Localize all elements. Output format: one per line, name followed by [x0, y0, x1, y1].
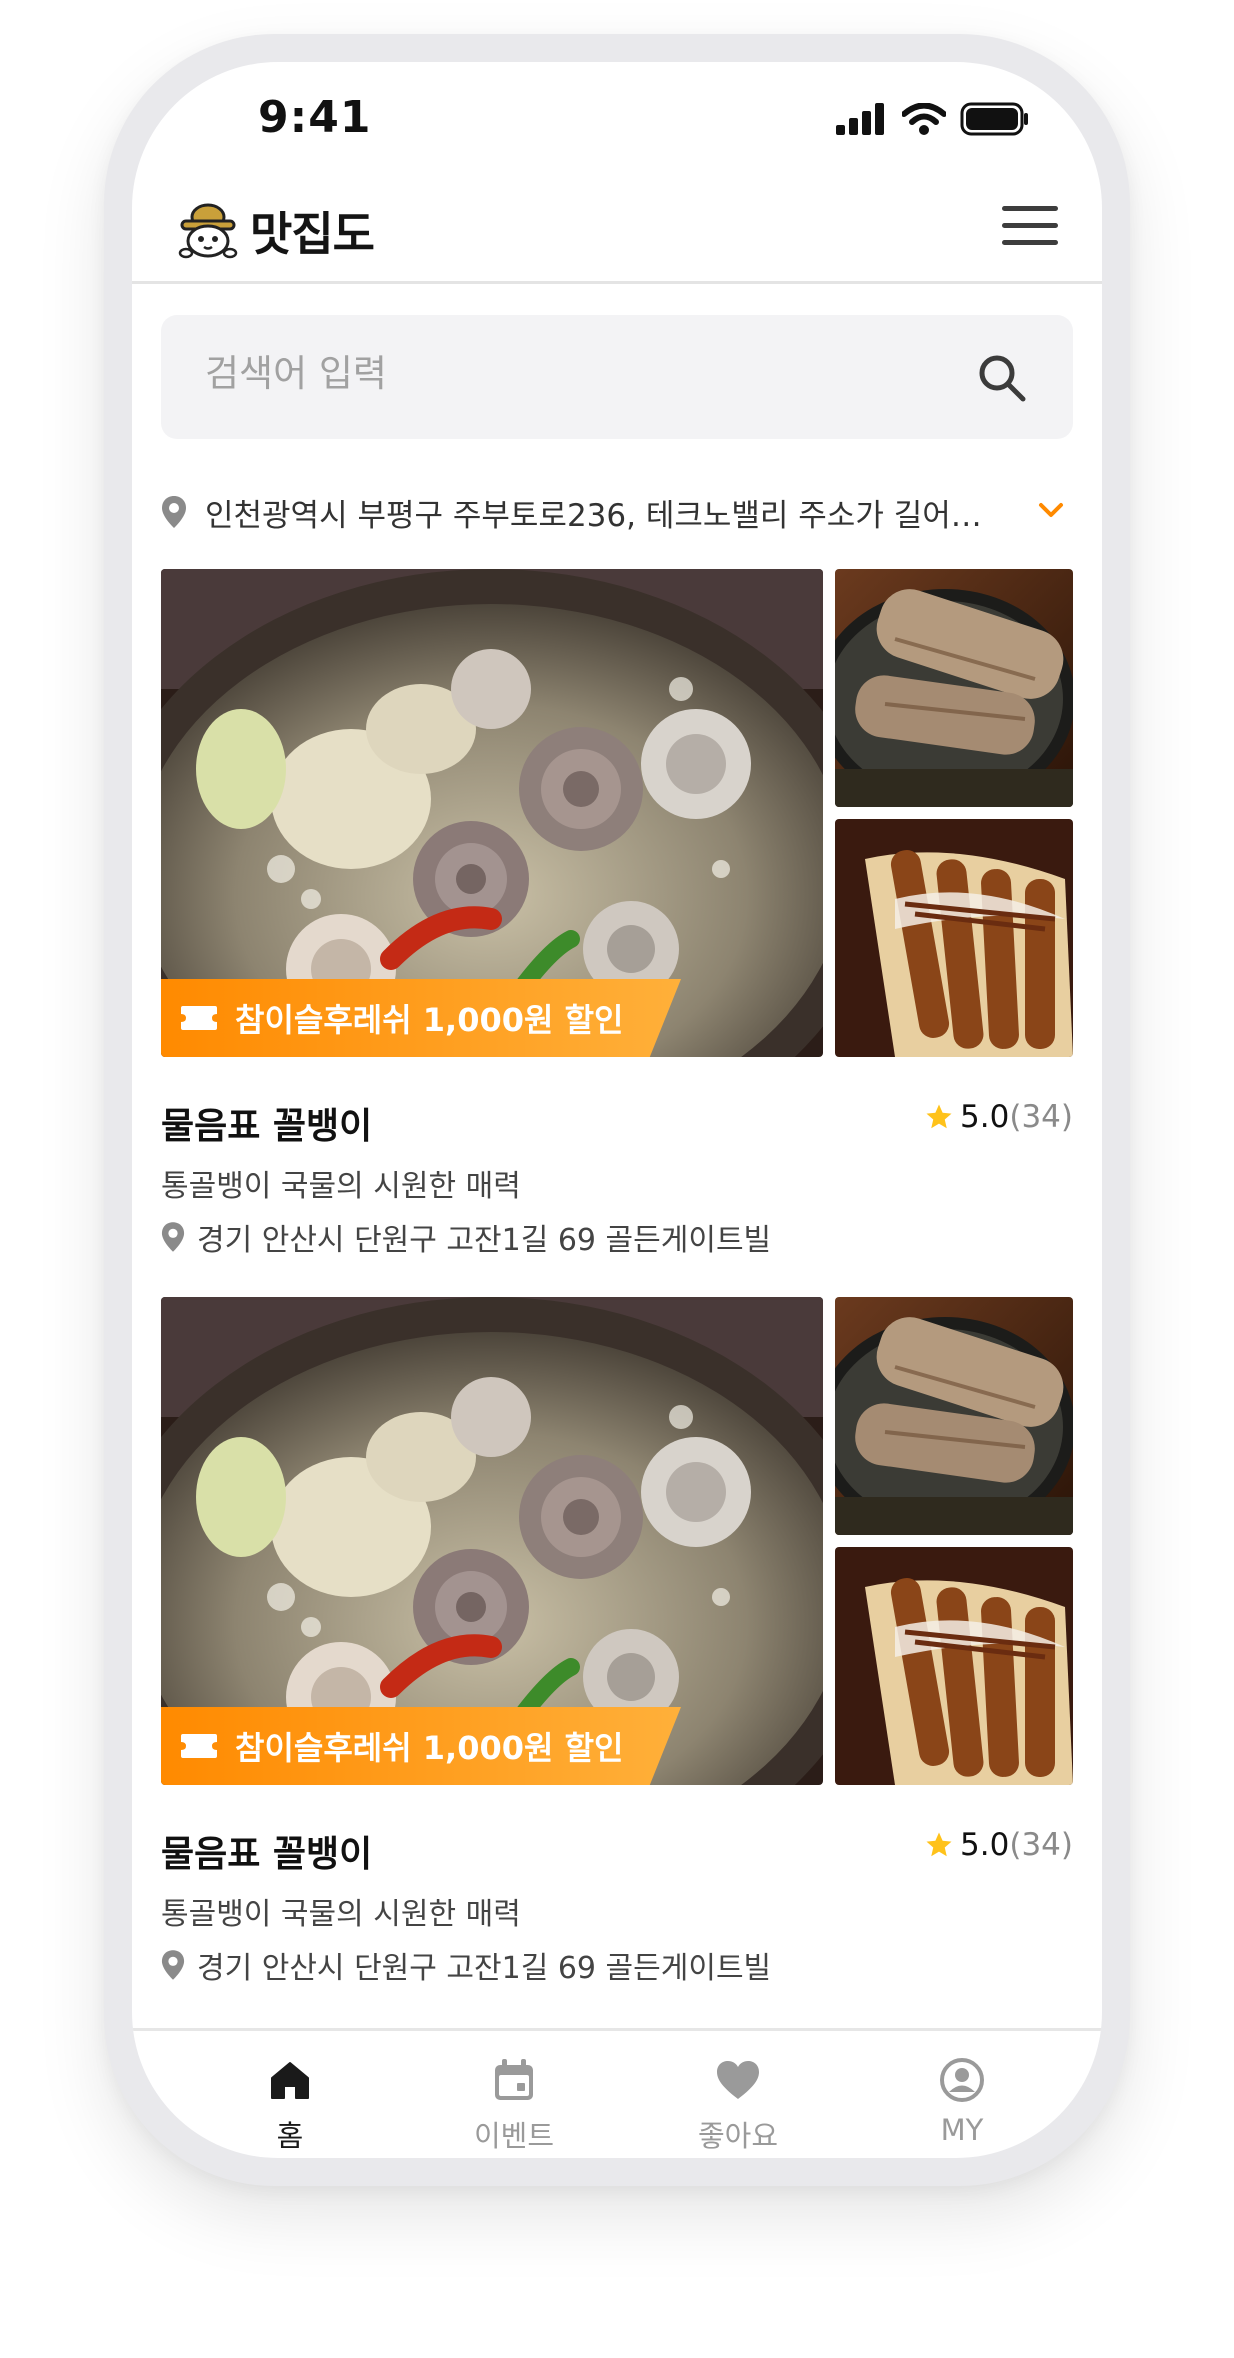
signal-icon [836, 103, 884, 135]
nav-item-event[interactable]: 이벤트 [402, 2031, 626, 2158]
nav-item-my[interactable]: MY [850, 2031, 1074, 2158]
location-pin-icon [162, 496, 186, 528]
ticket-icon [181, 1734, 217, 1758]
location-address: 인천광역시 부평구 주부토로236, 테크노밸리 주소가 길어지면 말줄임 처리 [205, 497, 1010, 534]
side-food-photo[interactable] [835, 569, 1073, 807]
egg-roll-photo [835, 819, 1073, 1057]
grilled-eggplant-photo [835, 569, 1073, 807]
rating-value: 5.0 [960, 1099, 1010, 1135]
restaurant-description: 통골뱅이 국물의 시원한 매력 [161, 1169, 521, 1204]
side-food-photo[interactable] [835, 1547, 1073, 1785]
search-icon[interactable] [975, 351, 1029, 405]
discount-badge-text: 참이슬후레쉬 1,000원 할인 [235, 1729, 624, 1767]
status-time: 9:41 [258, 92, 372, 143]
restaurant-address-row: 경기 안산시 단원구 고잔1길 69 골든게이트빌 [161, 1215, 771, 1259]
battery-icon [960, 102, 1028, 136]
side-food-photo[interactable] [835, 1297, 1073, 1535]
search-bar [161, 315, 1073, 439]
restaurant-name: 물음표 꼴뱅이 [161, 1834, 373, 1875]
restaurant-rating: 5.0 (34) [924, 1099, 1073, 1135]
review-count: (34) [1009, 1099, 1073, 1135]
card-photos: 참이슬후레쉬 1,000원 할인 [161, 1297, 1073, 1785]
logo-text: 맛집도 [250, 207, 375, 261]
nav-label: 홈 [276, 2119, 304, 2153]
nav-label: 이벤트 [473, 2119, 555, 2153]
mascot-logo-icon [178, 203, 238, 259]
header-divider [132, 281, 1102, 284]
grilled-eggplant-photo [835, 1297, 1073, 1535]
wifi-icon [902, 103, 946, 135]
restaurant-card[interactable]: 참이슬후레쉬 1,000원 할인 물음표 꼴뱅이 5.0 (34) 통골뱅이 국… [161, 569, 1073, 1258]
restaurant-address: 경기 안산시 단원구 고잔1길 69 골든게이트빌 [197, 1951, 772, 1986]
location-pin-icon [161, 1950, 185, 1980]
calendar-icon [495, 2059, 533, 2100]
main-food-photo[interactable]: 참이슬후레쉬 1,000원 할인 [161, 1297, 823, 1785]
hamburger-menu-button[interactable] [1002, 206, 1058, 250]
nav-item-likes[interactable]: 좋아요 [626, 2031, 850, 2158]
restaurant-address-row: 경기 안산시 단원구 고잔1길 69 골든게이트빌 [161, 1943, 771, 1987]
heart-icon [717, 2061, 759, 2099]
egg-roll-photo [835, 1547, 1073, 1785]
rating-value: 5.0 [960, 1827, 1010, 1863]
restaurant-description: 통골뱅이 국물의 시원한 매력 [161, 1897, 521, 1932]
chevron-down-icon[interactable] [1037, 500, 1065, 520]
nav-label: MY [940, 2113, 984, 2147]
menu-line [1002, 206, 1058, 211]
main-food-photo[interactable]: 참이슬후레쉬 1,000원 할인 [161, 569, 823, 1057]
bottom-nav: 홈 이벤트 좋아요 MY [132, 2031, 1102, 2158]
nav-label: 좋아요 [697, 2119, 779, 2153]
restaurant-name: 물음표 꼴뱅이 [161, 1106, 373, 1147]
star-icon [926, 1104, 952, 1129]
discount-badge: 참이슬후레쉬 1,000원 할인 [161, 979, 681, 1057]
nav-item-home[interactable]: 홈 [178, 2031, 402, 2158]
ticket-icon [181, 1006, 217, 1030]
location-selector[interactable]: 인천광역시 부평구 주부토로236, 테크노밸리 주소가 길어지면 말줄임 처리 [161, 482, 1073, 542]
review-count: (34) [1009, 1827, 1073, 1863]
menu-line [1002, 240, 1058, 245]
location-pin-icon [161, 1222, 185, 1252]
discount-badge-text: 참이슬후레쉬 1,000원 할인 [235, 1001, 624, 1039]
menu-line [1002, 223, 1058, 228]
app-logo[interactable]: 맛집도 [176, 198, 375, 264]
user-circle-icon [940, 2058, 984, 2102]
star-icon [926, 1832, 952, 1857]
status-icons [836, 102, 1030, 136]
restaurant-address: 경기 안산시 단원구 고잔1길 69 골든게이트빌 [197, 1223, 772, 1258]
card-photos: 참이슬후레쉬 1,000원 할인 [161, 569, 1073, 1057]
restaurant-card[interactable]: 참이슬후레쉬 1,000원 할인 물음표 꼴뱅이 5.0 (34) 통골뱅이 국… [161, 1297, 1073, 1986]
home-icon [271, 2062, 309, 2099]
discount-badge: 참이슬후레쉬 1,000원 할인 [161, 1707, 681, 1785]
side-food-photo[interactable] [835, 819, 1073, 1057]
search-input[interactable] [203, 351, 907, 396]
restaurant-rating: 5.0 (34) [924, 1827, 1073, 1863]
app-screen: 9:41 맛집도 검색어 입력 인천광역시 부평구 주부토로236, 테크노밸리… [132, 62, 1102, 2158]
